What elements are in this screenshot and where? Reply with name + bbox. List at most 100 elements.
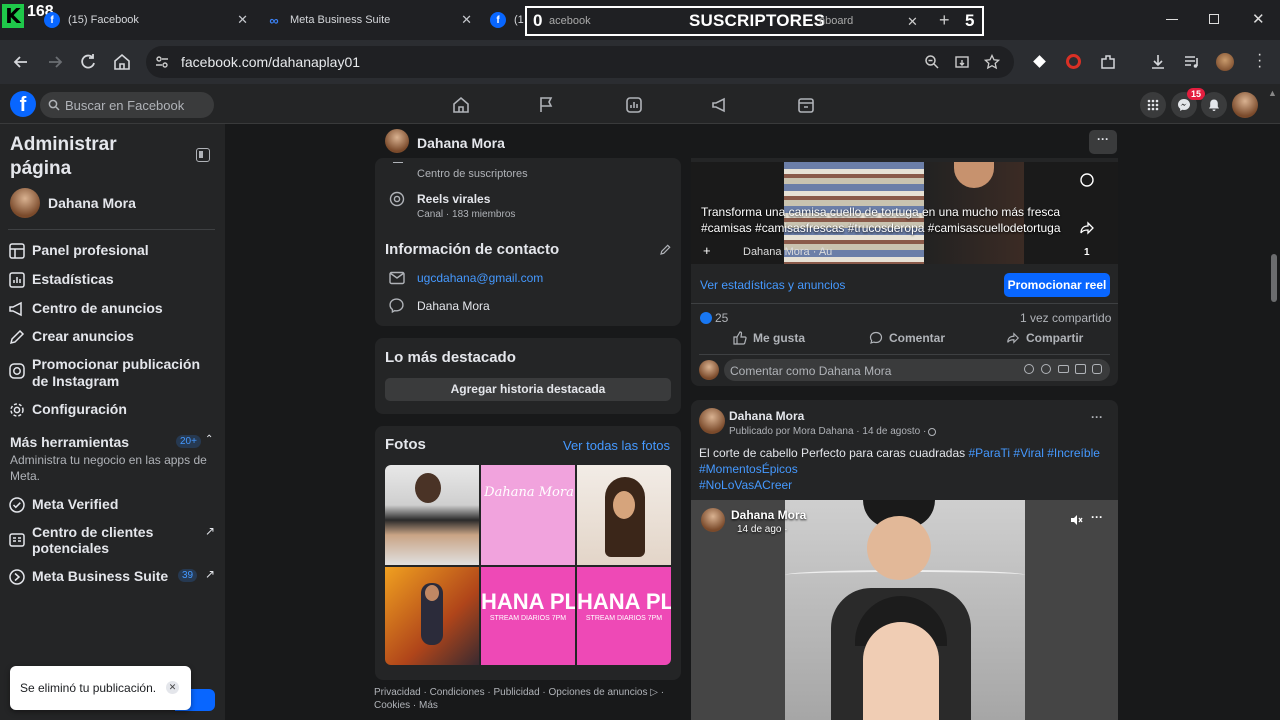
share-button[interactable]: Compartir [1006, 331, 1083, 345]
zoom-icon[interactable] [924, 54, 940, 70]
close-icon[interactable]: ✕ [461, 12, 472, 28]
tab-meta-business-suite[interactable]: ∞ Meta Business Suite ✕ [266, 6, 480, 34]
like-button[interactable]: Me gusta [733, 331, 805, 345]
video-options-icon[interactable]: ··· [1091, 510, 1103, 524]
flag-icon[interactable] [538, 96, 556, 114]
home-icon[interactable] [112, 52, 132, 72]
extension-red-icon[interactable] [1066, 54, 1081, 69]
photo-thumbnail[interactable]: Dahana Mora [481, 465, 575, 565]
emoji-icon[interactable] [1041, 364, 1051, 374]
tab-facebook-active[interactable]: f (1) Facebook [490, 6, 526, 34]
sidebar-item-meta-verified[interactable]: Meta Verified [8, 496, 118, 514]
video-author-name[interactable]: Dahana Mora [731, 508, 806, 522]
camera-icon[interactable] [1058, 365, 1069, 373]
scrollbar-thumb[interactable] [1271, 254, 1277, 302]
page-header-name[interactable]: Dahana Mora [417, 135, 505, 151]
post-options-icon[interactable]: ··· [1091, 410, 1103, 424]
minimize-icon[interactable] [1166, 19, 1178, 20]
comment-input[interactable]: Comentar como Dahana Mora [724, 359, 1110, 381]
facebook-logo[interactable]: f [10, 91, 36, 117]
extension-diamond-icon[interactable] [1033, 55, 1046, 68]
shares-count[interactable]: 1 vez compartido [1020, 311, 1111, 325]
chevron-up-icon[interactable]: ⌃ [205, 434, 213, 445]
external-link-icon[interactable]: ↗ [205, 524, 215, 538]
collapse-sidebar-button[interactable] [196, 148, 210, 162]
grid-icon [1147, 99, 1159, 111]
extensions-icon[interactable] [1098, 52, 1118, 72]
channel-name[interactable]: Reels virales [417, 192, 490, 206]
page-switcher-name[interactable]: Dahana Mora [48, 195, 136, 211]
sidebar-item-centro-de-anuncios[interactable]: Centro de anuncios [8, 300, 163, 318]
gif-icon[interactable] [1075, 364, 1086, 374]
bookmark-star-icon[interactable] [984, 54, 1000, 70]
share-arrow-icon[interactable] [1079, 220, 1095, 236]
media-control-icon[interactable] [1182, 52, 1202, 72]
insights-icon[interactable] [625, 96, 643, 114]
video-player[interactable]: Dahana Mora 14 de ago · ··· [691, 500, 1118, 720]
url-text[interactable]: facebook.com/dahanaplay01 [181, 54, 360, 70]
photo-thumbnail[interactable] [385, 465, 479, 565]
page-footer-links[interactable]: Privacidad · Condiciones · Publicidad · … [374, 686, 674, 712]
tab-facebook-1[interactable]: f (15) Facebook ✕ [44, 6, 256, 34]
profile-avatar[interactable] [1216, 53, 1234, 71]
scroll-up-arrow[interactable]: ▲ [1268, 88, 1277, 98]
reload-icon[interactable] [78, 52, 98, 72]
toast-close-icon[interactable]: ✕ [166, 681, 179, 694]
mute-speaker-icon[interactable] [1069, 513, 1083, 527]
forward-icon[interactable] [45, 52, 65, 72]
download-icon[interactable] [1148, 52, 1168, 72]
sticker-icon[interactable] [1092, 364, 1102, 374]
photo-thumbnail[interactable] [385, 567, 479, 665]
sidebar-item-centro-clientes-potenciales[interactable]: Centro de clientes potenciales [8, 524, 158, 556]
address-bar[interactable]: facebook.com/dahanaplay01 [146, 46, 1014, 78]
sidebar-item-promocionar-instagram[interactable]: Promocionar publicación de Instagram [8, 356, 213, 390]
comment-bubble-icon[interactable] [1079, 172, 1095, 188]
stats-and-ads-link[interactable]: Ver estadísticas y anuncios [700, 278, 845, 292]
external-link-icon[interactable]: ↗ [205, 567, 215, 581]
reel-video-frame[interactable]: Transforma una camisa cuello de tortuga … [691, 162, 1118, 264]
sidebar-item-meta-business-suite[interactable]: Meta Business Suite [8, 568, 168, 586]
contact-email[interactable]: ugcdahana@gmail.com [417, 271, 543, 285]
install-app-icon[interactable] [954, 54, 970, 70]
notifications-button[interactable] [1201, 92, 1227, 118]
sidebar-item-estadisticas[interactable]: Estadísticas [8, 271, 114, 289]
photo-thumbnail[interactable]: HANA PL STREAM DIARIOS 7PM [481, 567, 575, 665]
back-icon[interactable] [11, 52, 31, 72]
home-icon[interactable] [452, 96, 470, 114]
post-author-name[interactable]: Dahana Mora [729, 409, 804, 423]
sidebar-item-crear-anuncios[interactable]: Crear anuncios [8, 328, 134, 346]
window-close-icon[interactable]: ✕ [1252, 10, 1265, 28]
close-icon[interactable]: ✕ [237, 12, 248, 28]
post-hashtag[interactable]: #NoLoVasACreer [699, 478, 792, 492]
promote-reel-button[interactable]: Promocionar reel [1004, 273, 1110, 297]
photo-thumbnail[interactable] [577, 465, 671, 565]
see-all-photos-link[interactable]: Ver todas las fotos [563, 438, 670, 453]
avatar-sticker-icon[interactable] [1024, 364, 1034, 374]
contact-messenger[interactable]: Dahana Mora [417, 299, 490, 313]
sidebar-item-panel-profesional[interactable]: Panel profesional [8, 242, 149, 260]
sidebar-item-configuracion[interactable]: Configuración [8, 401, 127, 419]
subscribers-center-link[interactable]: Centro de suscriptores [417, 168, 528, 180]
post-hashtags[interactable]: #ParaTi #Viral #Increíble [969, 446, 1100, 460]
add-highlight-button[interactable]: Agregar historia destacada [385, 378, 671, 401]
more-tools-title[interactable]: Más herramientas [10, 434, 129, 450]
megaphone-icon[interactable] [711, 96, 729, 114]
site-settings-icon[interactable] [154, 54, 170, 70]
account-avatar[interactable] [1232, 92, 1258, 118]
page-scrollbar[interactable] [1268, 124, 1280, 720]
comment-button[interactable]: Comentar [869, 331, 945, 345]
marketplace-icon[interactable] [797, 96, 815, 114]
likes-count[interactable]: 25 [715, 311, 728, 325]
toast-message: Se eliminó tu publicación. [20, 681, 157, 695]
photo-thumbnail[interactable]: HANA PL STREAM DIARIOS 7PM [577, 567, 671, 665]
facebook-search[interactable]: Buscar en Facebook [40, 92, 214, 118]
restore-icon[interactable] [1209, 14, 1219, 24]
edit-pencil-icon[interactable] [659, 244, 671, 256]
page-options-button[interactable]: ··· [1089, 130, 1117, 154]
share-label: Compartir [1026, 331, 1084, 345]
browser-menu-icon[interactable]: · · · [1257, 47, 1262, 75]
menu-grid-button[interactable] [1140, 92, 1166, 118]
post-hashtag[interactable]: #MomentosÉpicos [699, 462, 798, 476]
post-author-avatar[interactable] [699, 408, 725, 434]
page-avatar[interactable] [10, 188, 40, 218]
